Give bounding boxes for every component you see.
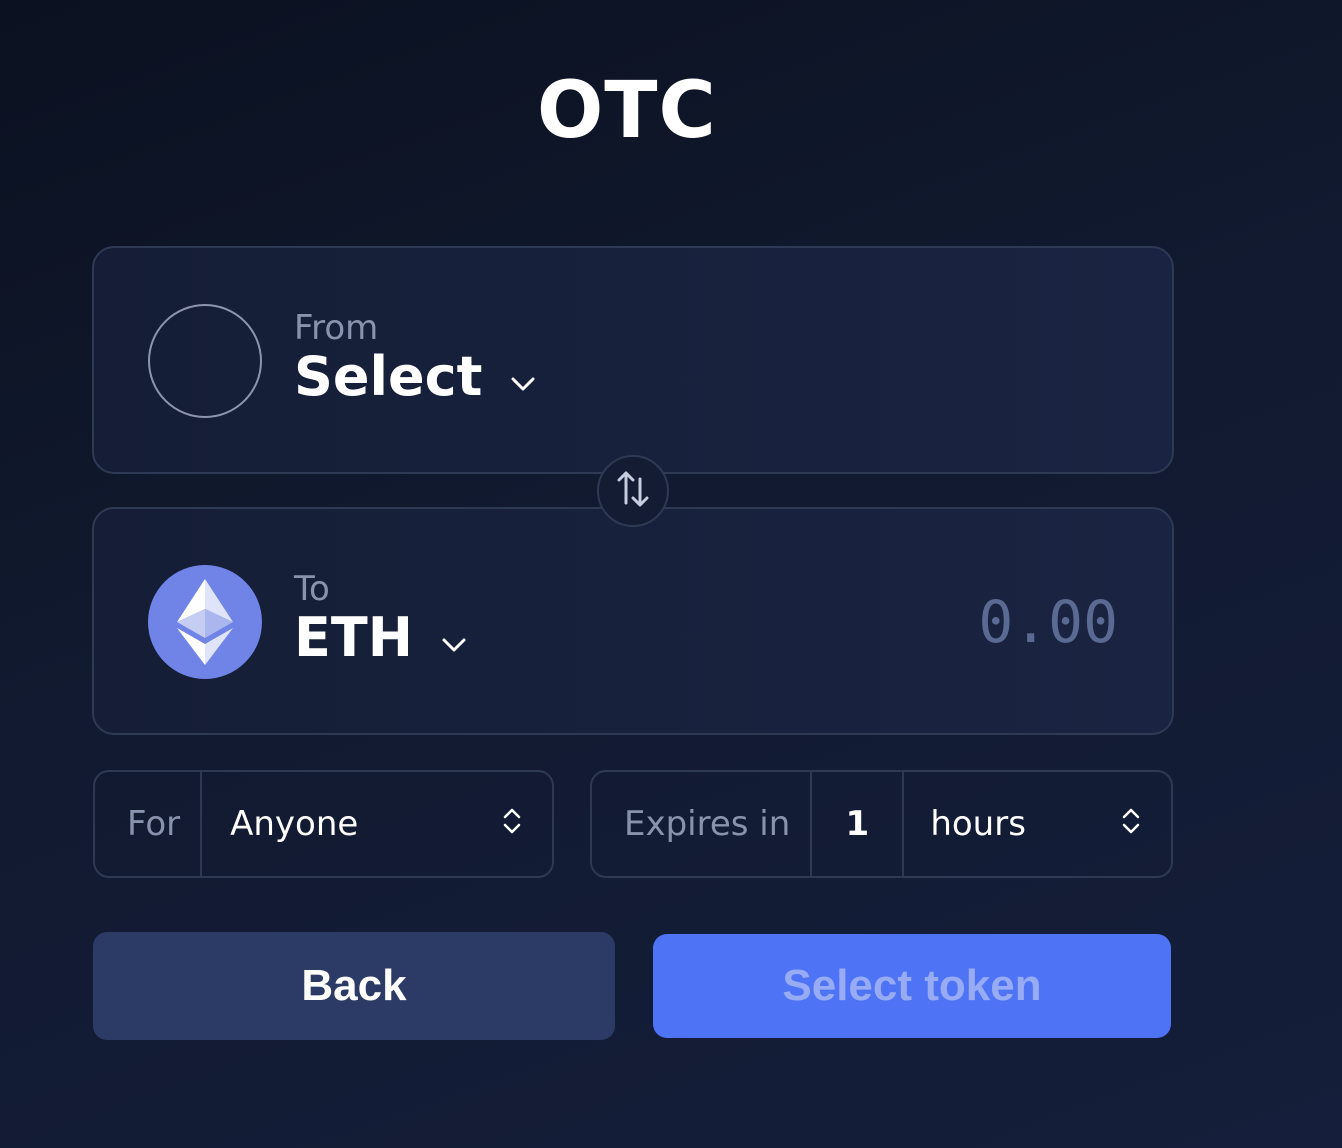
for-field: For Anyone bbox=[93, 770, 554, 878]
amount-input[interactable]: 0.00 bbox=[978, 589, 1118, 655]
swap-arrows-icon bbox=[616, 469, 650, 513]
expires-unit-select[interactable]: hours bbox=[904, 772, 1171, 876]
expires-label: Expires in bbox=[592, 772, 813, 876]
recipient-select[interactable]: Anyone bbox=[202, 772, 552, 876]
from-panel: From Select bbox=[92, 246, 1174, 474]
chevron-down-icon bbox=[510, 376, 536, 392]
from-label: From bbox=[294, 308, 379, 348]
page-title: OTC bbox=[537, 66, 717, 156]
up-down-chevron-icon bbox=[1121, 804, 1141, 844]
chevron-down-icon bbox=[441, 637, 467, 653]
to-label: To bbox=[294, 569, 330, 609]
to-token-select[interactable]: ETH bbox=[294, 607, 467, 669]
expires-field: Expires in 1 hours bbox=[590, 770, 1173, 878]
swap-direction-button[interactable] bbox=[597, 455, 669, 527]
recipient-value: Anyone bbox=[230, 804, 359, 844]
expires-unit-value: hours bbox=[930, 804, 1026, 844]
from-token-placeholder-icon[interactable] bbox=[148, 304, 262, 418]
back-button[interactable]: Back bbox=[93, 932, 615, 1040]
expires-amount-input[interactable]: 1 bbox=[812, 772, 905, 876]
from-token-select[interactable]: Select bbox=[294, 346, 536, 408]
up-down-chevron-icon bbox=[502, 804, 522, 844]
to-panel: To ETH 0.00 bbox=[92, 507, 1174, 735]
to-token-value: ETH bbox=[294, 606, 413, 669]
for-label: For bbox=[95, 772, 203, 876]
from-token-value: Select bbox=[294, 345, 483, 408]
select-token-button[interactable]: Select token bbox=[653, 934, 1171, 1038]
ethereum-icon[interactable] bbox=[148, 565, 262, 679]
